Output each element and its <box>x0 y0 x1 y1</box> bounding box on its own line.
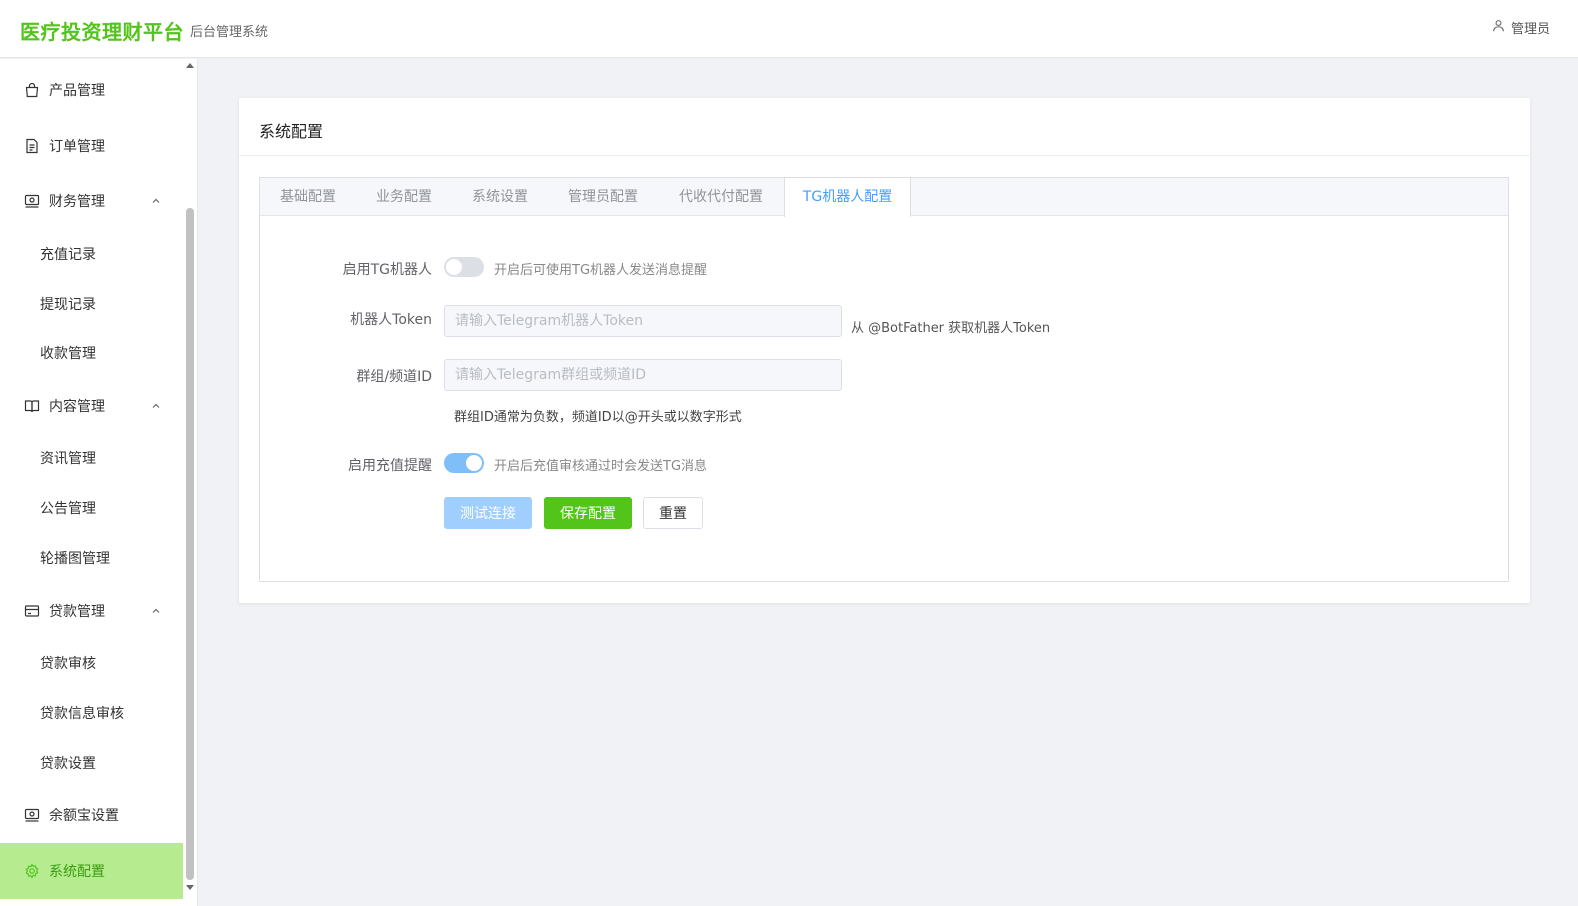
sidebar-scrollbar[interactable] <box>185 59 196 906</box>
chat-id-label: 群组/频道ID <box>356 369 432 385</box>
sidebar-item-withdraw[interactable]: 提现记录 <box>0 284 183 324</box>
sidebar-item-label: 产品管理 <box>49 83 105 99</box>
sidebar-item-yuebao[interactable]: 余额宝设置 <box>0 792 183 838</box>
sidebar-item-label: 系统配置 <box>49 864 105 880</box>
tab-business[interactable]: 业务配置 <box>356 178 452 216</box>
sidebar-item-notice[interactable]: 公告管理 <box>0 488 183 528</box>
bag-icon <box>23 82 40 99</box>
test-connection-button[interactable]: 测试连接 <box>444 497 532 529</box>
top-header: 医疗投资理财平台 后台管理系统 管理员 <box>0 0 1578 58</box>
sidebar-item-label: 订单管理 <box>49 139 105 155</box>
token-input[interactable] <box>444 305 842 337</box>
sidebar-item-orders[interactable]: 订单管理 <box>0 123 183 169</box>
document-icon <box>23 138 40 155</box>
brand-title: 医疗投资理财平台 <box>20 20 184 44</box>
user-name: 管理员 <box>1510 22 1550 37</box>
finance-icon <box>23 193 40 210</box>
sidebar-item-label: 提现记录 <box>40 297 96 313</box>
sidebar-item-label: 收款管理 <box>40 346 96 362</box>
tab-basic[interactable]: 基础配置 <box>260 178 356 216</box>
system-config-card: 系统配置 基础配置 业务配置 系统设置 管理员配置 代收代付配置 TG机器人配置… <box>239 98 1530 603</box>
sidebar-item-loan-info-review[interactable]: 贷款信息审核 <box>0 693 183 733</box>
config-tabs: 基础配置 业务配置 系统设置 管理员配置 代收代付配置 TG机器人配置 启用TG… <box>259 177 1509 582</box>
sidebar-item-label: 财务管理 <box>49 194 105 210</box>
scroll-down-arrow-icon[interactable] <box>186 885 194 890</box>
token-label: 机器人Token <box>350 312 432 328</box>
sidebar-item-label: 轮播图管理 <box>40 551 110 567</box>
enable-tg-label: 启用TG机器人 <box>342 262 432 278</box>
sidebar-item-label: 公告管理 <box>40 501 96 517</box>
sidebar: 产品管理 订单管理 财务管理 充值记录 提现记录 收款管理 内容管理 资讯管理 … <box>0 59 198 906</box>
gear-icon <box>23 863 40 880</box>
scroll-up-arrow-icon[interactable] <box>186 63 194 68</box>
card-header: 系统配置 <box>239 98 1530 156</box>
enable-tg-switch[interactable] <box>444 257 484 277</box>
user-icon <box>1492 19 1505 36</box>
card-icon <box>23 603 40 620</box>
sidebar-item-banner[interactable]: 轮播图管理 <box>0 538 183 578</box>
sidebar-item-label: 内容管理 <box>49 399 105 415</box>
chevron-up-icon <box>152 403 160 408</box>
chat-id-input[interactable] <box>444 359 842 391</box>
chat-id-note: 群组ID通常为负数，频道ID以@开头或以数字形式 <box>454 410 742 425</box>
switch-knob <box>446 259 462 275</box>
sidebar-item-label: 资讯管理 <box>40 451 96 467</box>
recharge-alert-label: 启用充值提醒 <box>348 458 432 474</box>
sidebar-item-system-config[interactable]: 系统配置 <box>0 843 183 899</box>
switch-knob <box>466 455 482 471</box>
scrollbar-thumb[interactable] <box>186 208 194 880</box>
reset-button[interactable]: 重置 <box>643 497 703 529</box>
chevron-up-icon <box>152 198 160 203</box>
sidebar-item-loan-settings[interactable]: 贷款设置 <box>0 743 183 783</box>
sidebar-item-recharge[interactable]: 充值记录 <box>0 234 183 274</box>
finance-icon <box>23 807 40 824</box>
book-icon <box>23 398 40 415</box>
enable-tg-hint: 开启后可使用TG机器人发送消息提醒 <box>494 263 708 278</box>
tab-admin[interactable]: 管理员配置 <box>548 178 658 216</box>
sidebar-item-label: 贷款信息审核 <box>40 706 124 722</box>
tab-tg-bot[interactable]: TG机器人配置 <box>784 178 911 217</box>
sidebar-item-content[interactable]: 内容管理 <box>0 383 183 429</box>
sidebar-item-payment[interactable]: 收款管理 <box>0 333 183 373</box>
sidebar-item-loans[interactable]: 贷款管理 <box>0 588 183 634</box>
sidebar-item-finance[interactable]: 财务管理 <box>0 178 183 224</box>
sidebar-item-label: 贷款设置 <box>40 756 96 772</box>
sidebar-item-label: 充值记录 <box>40 247 96 263</box>
brand-subtitle: 后台管理系统 <box>190 25 269 40</box>
sidebar-item-label: 贷款审核 <box>40 656 96 672</box>
chevron-up-icon <box>152 608 160 613</box>
save-config-button[interactable]: 保存配置 <box>544 497 632 529</box>
tab-bar: 基础配置 业务配置 系统设置 管理员配置 代收代付配置 TG机器人配置 <box>260 178 1508 217</box>
recharge-alert-hint: 开启后充值审核通过时会发送TG消息 <box>494 459 708 474</box>
tab-system[interactable]: 系统设置 <box>452 178 548 216</box>
page-title: 系统配置 <box>259 122 324 141</box>
user-menu[interactable]: 管理员 <box>1492 18 1550 37</box>
sidebar-item-label: 余额宝设置 <box>49 808 119 824</box>
sidebar-item-products[interactable]: 产品管理 <box>0 67 183 113</box>
sidebar-item-loan-review[interactable]: 贷款审核 <box>0 643 183 683</box>
token-hint: 从 @BotFather 获取机器人Token <box>851 321 1051 336</box>
sidebar-item-news[interactable]: 资讯管理 <box>0 438 183 478</box>
tab-payment-agent[interactable]: 代收代付配置 <box>658 178 784 216</box>
sidebar-item-label: 贷款管理 <box>49 604 105 620</box>
recharge-alert-switch[interactable] <box>444 453 484 473</box>
